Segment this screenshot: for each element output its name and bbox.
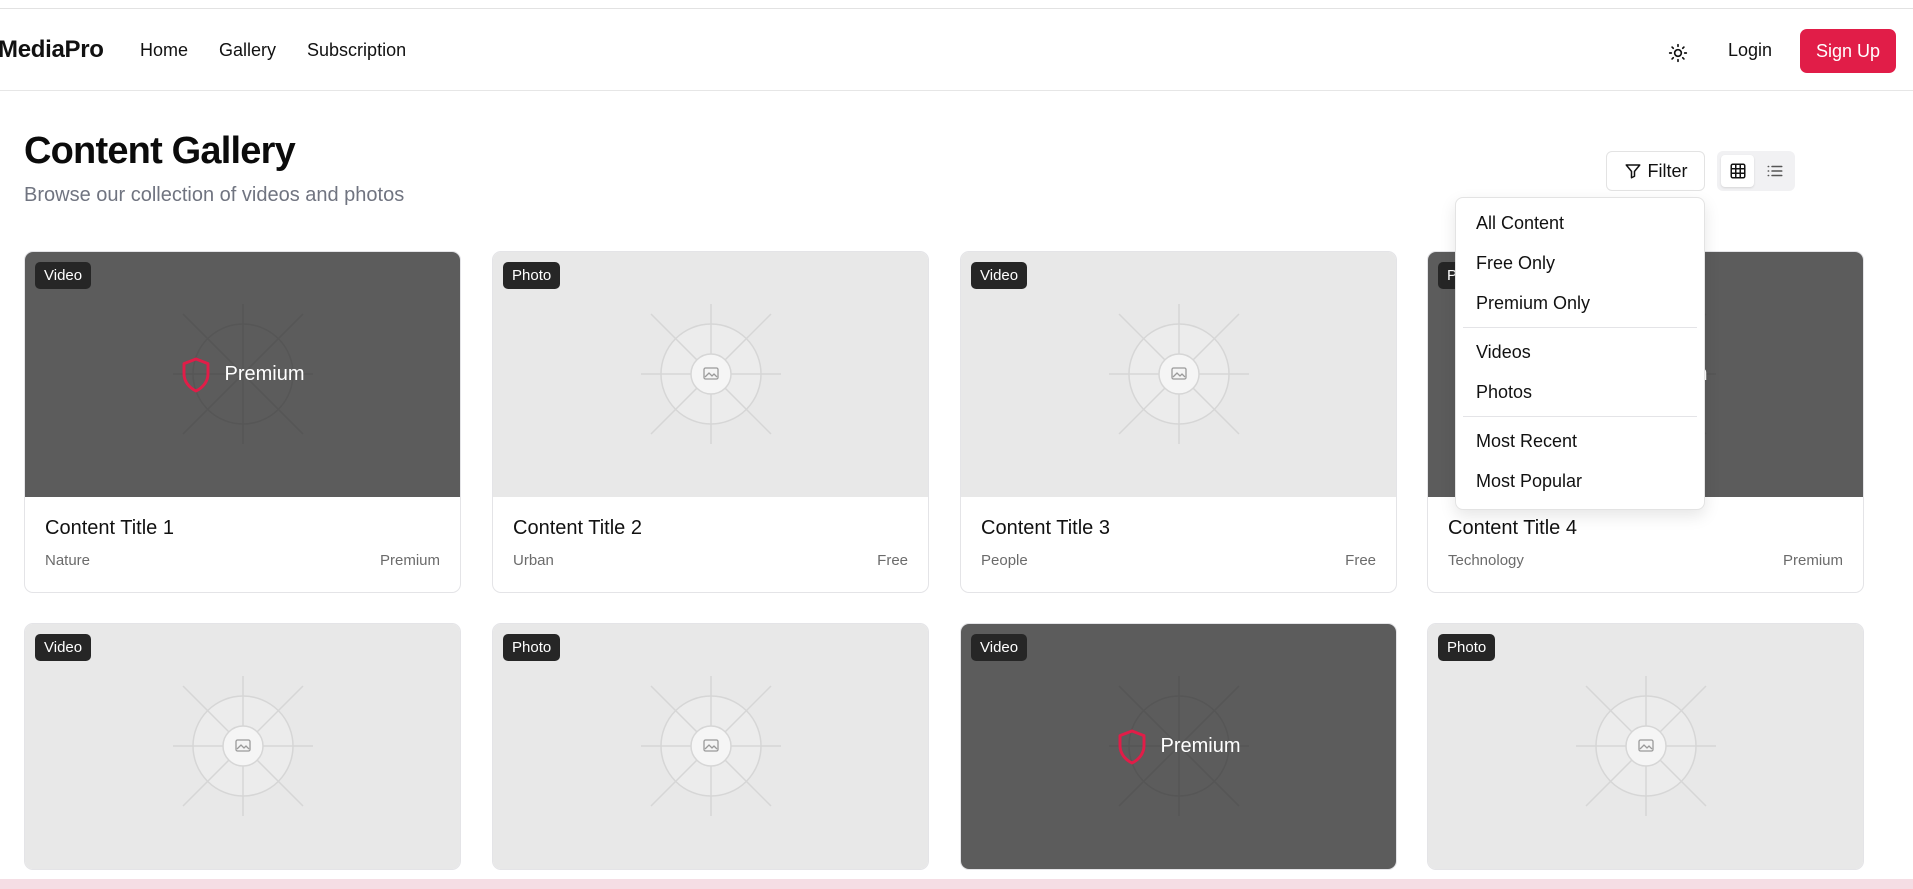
card-category: Urban xyxy=(513,552,554,569)
card-thumbnail: Video xyxy=(961,252,1396,497)
list-view-button[interactable] xyxy=(1758,155,1791,187)
funnel-icon xyxy=(1625,164,1640,179)
nav-link-gallery[interactable]: Gallery xyxy=(219,40,276,61)
filter-button[interactable]: Filter xyxy=(1606,151,1705,191)
content-type-badge: Video xyxy=(971,262,1028,289)
content-card[interactable]: Video xyxy=(24,623,461,870)
card-meta: Technology Premium xyxy=(1448,552,1843,569)
card-meta: People Free xyxy=(981,552,1376,569)
placeholder-pattern-icon xyxy=(1109,304,1249,444)
card-title: Content Title 1 xyxy=(45,517,174,539)
bottom-edge-strip xyxy=(0,879,1913,889)
card-thumbnail: Photo xyxy=(1428,624,1863,869)
page-title: Content Gallery xyxy=(24,130,296,172)
placeholder-pattern-icon xyxy=(641,676,781,816)
grid-view-button[interactable] xyxy=(1721,155,1754,187)
card-thumbnail: Photo xyxy=(493,624,928,869)
content-type-badge: Photo xyxy=(503,634,561,661)
sun-icon xyxy=(1668,43,1688,63)
card-body: Content Title 2 Urban Free xyxy=(493,497,928,592)
card-category: People xyxy=(981,552,1028,569)
navbar: MediaPro Home Gallery Subscription Login… xyxy=(0,9,1913,91)
placeholder-pattern-icon xyxy=(1576,676,1716,816)
card-tier: Free xyxy=(877,552,908,569)
filter-option-premium-only[interactable]: Premium Only xyxy=(1461,283,1699,323)
page-subtitle: Browse our collection of videos and phot… xyxy=(24,184,405,206)
card-tier: Premium xyxy=(379,552,440,569)
card-title: Content Title 4 xyxy=(1448,517,1577,539)
content-card[interactable]: Photo Content Title 2 Urban Free xyxy=(492,251,929,593)
filter-option-photos[interactable]: Photos xyxy=(1461,372,1699,412)
content-card[interactable]: Photo xyxy=(1427,623,1864,870)
premium-overlay: Premium xyxy=(25,252,460,497)
card-title: Content Title 2 xyxy=(513,517,642,539)
nav-link-subscription[interactable]: Subscription xyxy=(307,40,406,61)
card-thumbnail: Video xyxy=(25,624,460,869)
grid-icon xyxy=(1730,163,1745,179)
card-body: Content Title 3 People Free xyxy=(961,497,1396,592)
premium-label: Premium xyxy=(1160,735,1241,757)
premium-overlay: Premium xyxy=(961,624,1396,869)
shield-icon xyxy=(1119,729,1146,764)
card-category: Nature xyxy=(45,552,91,569)
content-card[interactable]: Video Premium xyxy=(960,623,1397,870)
premium-label: Premium xyxy=(224,363,305,385)
content-card[interactable]: Video Content Title 3 People Free xyxy=(960,251,1397,593)
card-tier: Free xyxy=(1345,552,1376,569)
filter-option-videos[interactable]: Videos xyxy=(1461,332,1699,372)
content-card[interactable]: Video Premium Content Title 1 Nature Pre… xyxy=(24,251,461,593)
card-tier: Premium xyxy=(1782,552,1843,569)
card-thumbnail: Video Premium xyxy=(961,624,1396,869)
content-type-badge: Video xyxy=(35,634,92,661)
shield-icon xyxy=(183,357,210,392)
card-category: Technology xyxy=(1448,552,1524,569)
sort-option-most-recent[interactable]: Most Recent xyxy=(1461,421,1699,461)
card-meta: Nature Premium xyxy=(45,552,440,569)
card-title: Content Title 3 xyxy=(981,517,1110,539)
placeholder-pattern-icon xyxy=(173,676,313,816)
card-body: Content Title 1 Nature Premium xyxy=(25,497,460,592)
filter-option-all-content[interactable]: All Content xyxy=(1461,203,1699,243)
list-icon xyxy=(1767,165,1782,177)
brand-logo[interactable]: MediaPro xyxy=(0,36,104,64)
placeholder-pattern-icon xyxy=(641,304,781,444)
card-thumbnail: Video Premium xyxy=(25,252,460,497)
card-thumbnail: Photo xyxy=(493,252,928,497)
card-body: Content Title 4 Technology Premium xyxy=(1428,497,1863,592)
menu-divider xyxy=(1463,416,1697,417)
content-card[interactable]: Photo xyxy=(492,623,929,870)
sort-option-most-popular[interactable]: Most Popular xyxy=(1461,461,1699,501)
signup-button[interactable]: Sign Up xyxy=(1800,29,1896,73)
menu-divider xyxy=(1463,327,1697,328)
theme-toggle-button[interactable] xyxy=(1664,39,1692,67)
filter-dropdown-menu: All Content Free Only Premium Only Video… xyxy=(1455,197,1705,510)
nav-link-home[interactable]: Home xyxy=(140,40,188,61)
card-meta: Urban Free xyxy=(513,552,908,569)
nav-links: Home Gallery Subscription xyxy=(140,40,406,61)
login-link[interactable]: Login xyxy=(1728,40,1772,61)
content-type-badge: Photo xyxy=(503,262,561,289)
filter-option-free-only[interactable]: Free Only xyxy=(1461,243,1699,283)
content-type-badge: Photo xyxy=(1438,634,1496,661)
filter-button-label: Filter xyxy=(1647,160,1688,181)
view-toggle xyxy=(1717,151,1795,191)
